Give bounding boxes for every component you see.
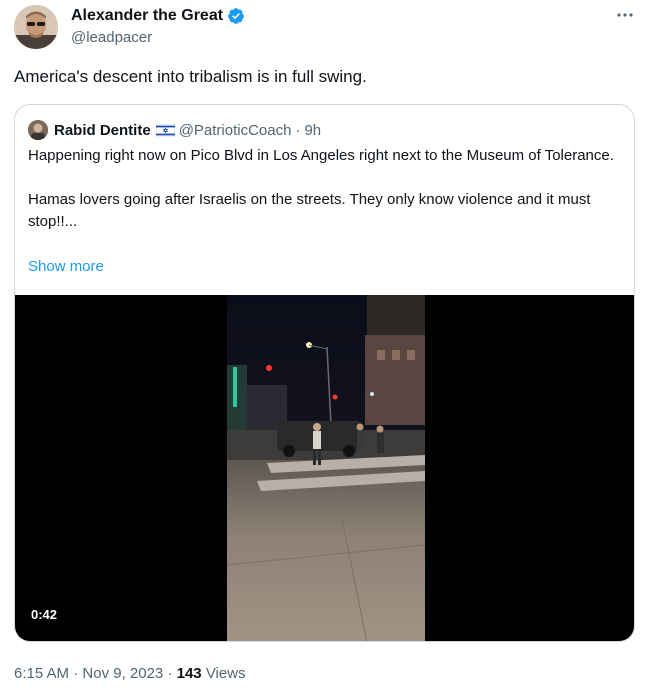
views-count: 143 <box>176 665 202 682</box>
profile-photo-icon <box>28 120 48 140</box>
quoted-tweet-text: Happening right now on Pico Blvd in Los … <box>28 145 623 233</box>
author-name[interactable]: Alexander the Great <box>71 6 223 26</box>
video-player[interactable]: 0:42 <box>15 295 634 641</box>
quoted-tweet-card[interactable]: Rabid Dentite @PatrioticCoach · 9h Happe… <box>14 104 635 642</box>
more-options-button[interactable] <box>612 4 638 26</box>
meta-separator: · <box>73 665 79 682</box>
tweet-text: America's descent into tribalism is in f… <box>14 67 367 86</box>
quoted-tweet-time[interactable]: 9h <box>304 122 321 139</box>
profile-photo-icon <box>14 5 58 49</box>
meta-separator: · <box>167 665 173 682</box>
tweet-meta-row: 6:15 AM · Nov 9, 2023 · 143 Views <box>14 664 246 684</box>
quoted-tweet-header: Rabid Dentite @PatrioticCoach · 9h <box>28 119 321 141</box>
quoted-author-avatar[interactable] <box>28 120 48 140</box>
video-thumbnail <box>227 295 425 641</box>
ellipsis-icon <box>617 13 633 17</box>
header-separator: · <box>295 121 301 139</box>
tweet-time[interactable]: 6:15 AM <box>14 665 69 682</box>
video-duration-badge: 0:42 <box>25 604 64 626</box>
author-handle[interactable]: @leadpacer <box>71 29 152 47</box>
views-label: Views <box>205 665 246 682</box>
show-more-link[interactable]: Show more <box>28 256 104 278</box>
quoted-text-paragraph-2: Hamas lovers going after Israelis on the… <box>28 191 591 230</box>
quoted-author-handle[interactable]: @PatrioticCoach <box>179 122 292 139</box>
author-name-row: Alexander the Great <box>71 6 245 26</box>
quoted-text-paragraph-1: Happening right now on Pico Blvd in Los … <box>28 147 614 164</box>
verified-badge-icon <box>227 7 245 25</box>
quoted-author-name[interactable]: Rabid Dentite <box>54 122 151 139</box>
tweet-date[interactable]: Nov 9, 2023 <box>82 665 163 682</box>
tweet-container: Alexander the Great @leadpacer America's… <box>0 0 650 688</box>
author-avatar[interactable] <box>14 5 58 49</box>
israel-flag-icon <box>155 123 175 137</box>
